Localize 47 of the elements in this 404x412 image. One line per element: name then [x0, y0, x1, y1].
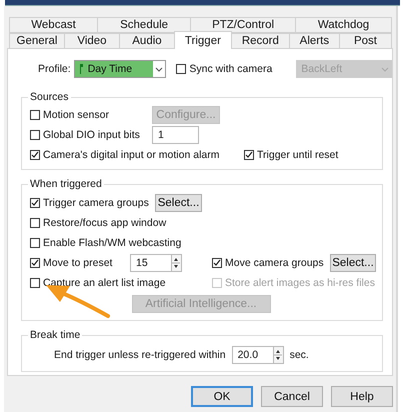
break-time-label: End trigger unless re-triggered within — [54, 349, 226, 361]
check-icon — [245, 151, 253, 159]
group-title: Sources — [29, 91, 70, 103]
tab[interactable]: Alerts — [288, 33, 340, 49]
dialog-button[interactable]: Help — [331, 386, 393, 407]
checkbox[interactable]: Motion sensor — [30, 109, 152, 121]
checkbox[interactable]: Trigger camera groups — [30, 196, 155, 208]
caret-icon — [381, 66, 389, 72]
tab[interactable]: Schedule — [97, 17, 192, 33]
checkbox[interactable]: Sync with camera — [176, 63, 272, 75]
tab[interactable]: Watchdog — [295, 17, 392, 33]
flag-icon — [78, 64, 84, 74]
check-icon — [31, 198, 39, 206]
checkbox[interactable]: Trigger until reset — [244, 149, 382, 161]
check-icon — [31, 258, 39, 266]
tab[interactable]: Audio — [118, 33, 175, 49]
group-title: When triggered — [29, 178, 103, 190]
number-field[interactable]: 20.0 — [232, 346, 274, 364]
dialog-button[interactable]: Cancel — [261, 386, 323, 407]
tab[interactable]: PTZ/Control — [190, 17, 296, 33]
profile-dropdown[interactable]: Day Time — [74, 60, 166, 78]
tab[interactable]: Post — [338, 33, 392, 49]
check-icon — [213, 258, 221, 266]
tab[interactable]: General — [9, 33, 65, 49]
checkbox[interactable]: Global DIO input bits — [30, 129, 152, 141]
checkbox[interactable]: Camera's digital input or motion alarm — [30, 149, 244, 161]
checkbox[interactable]: Move to preset — [30, 256, 130, 268]
dialog-button[interactable]: OK — [191, 386, 253, 407]
select-button[interactable]: Select... — [330, 254, 376, 272]
tab[interactable]: Webcast — [9, 17, 98, 33]
spin-buttons[interactable] — [172, 254, 182, 272]
check-icon — [31, 151, 39, 159]
input-field[interactable]: 1 — [152, 126, 199, 144]
caret-icon — [155, 66, 164, 72]
checkbox[interactable]: Enable Flash/WM webcasting — [30, 236, 382, 248]
tab[interactable]: Video — [64, 33, 120, 49]
select-button[interactable]: Select... — [155, 194, 202, 212]
tab[interactable]: Record — [230, 33, 290, 49]
number-field[interactable]: 15 — [130, 254, 172, 272]
unit-label: sec. — [290, 349, 309, 361]
checkbox[interactable]: Move camera groups — [212, 256, 330, 268]
checkbox[interactable]: Restore/focus app window — [30, 217, 382, 229]
tab[interactable]: Trigger — [174, 31, 232, 49]
profile-label: Profile: — [38, 63, 71, 75]
group-title: Break time — [29, 329, 82, 341]
spin-buttons[interactable] — [274, 346, 284, 364]
annotation-arrow — [46, 285, 110, 318]
